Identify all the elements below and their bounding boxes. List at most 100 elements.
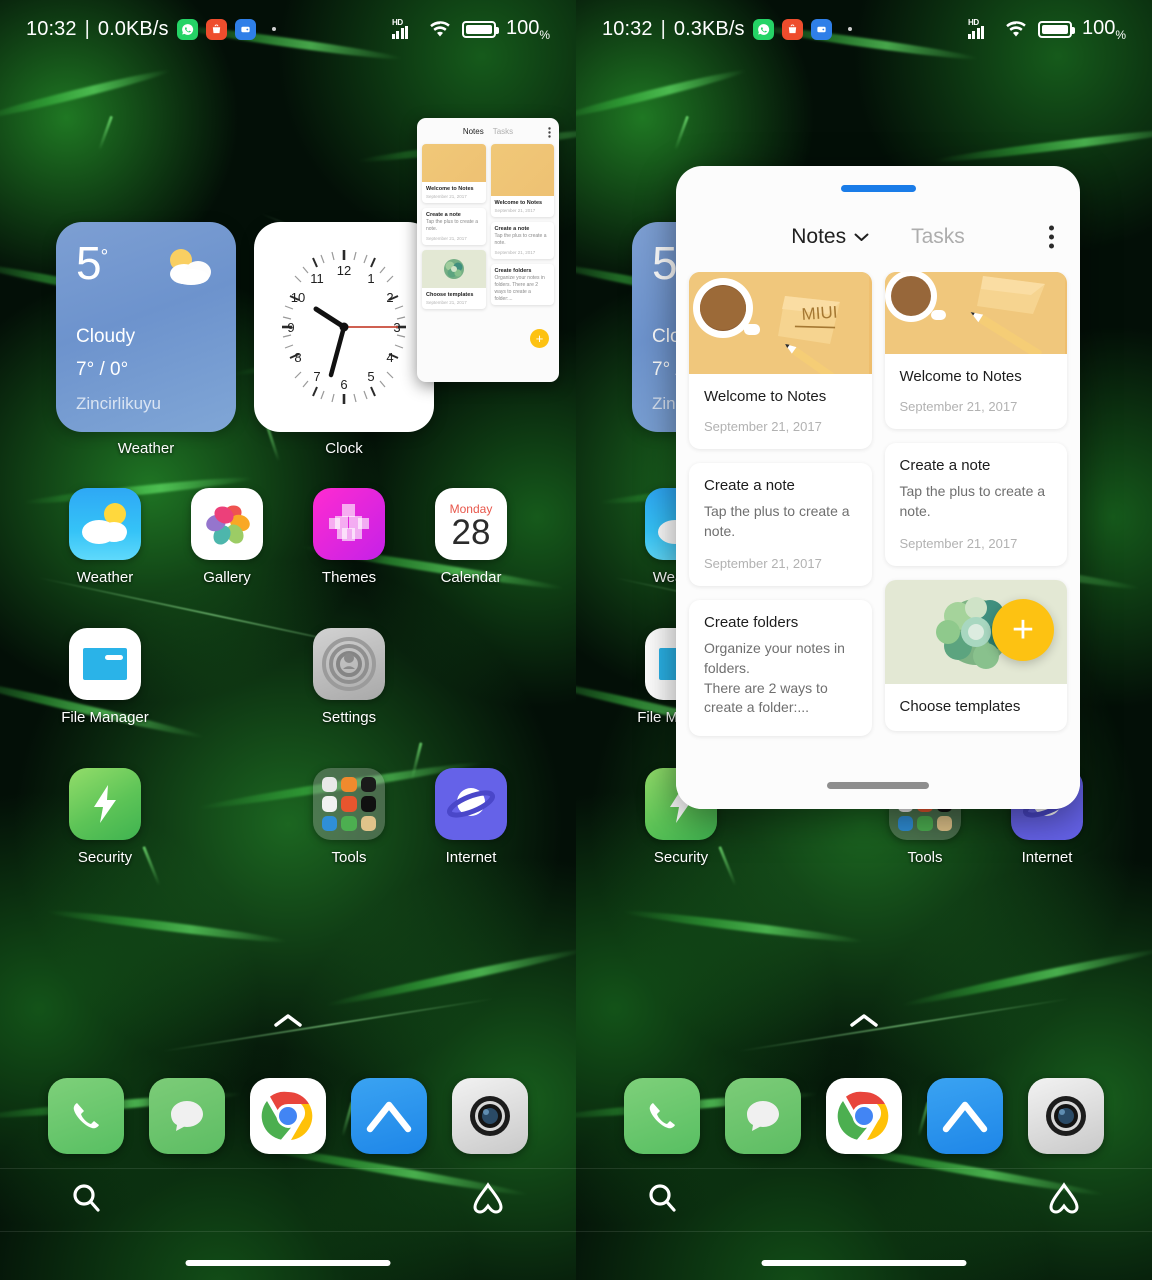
- preview-card-date: September 21, 2017: [426, 299, 467, 305]
- app-calendar[interactable]: Monday 28 Calendar: [410, 488, 532, 586]
- message-icon[interactable]: [725, 1078, 801, 1154]
- app-label: Internet: [445, 849, 497, 866]
- whatsapp-icon: [752, 18, 774, 40]
- note-date: September 21, 2017: [704, 555, 822, 571]
- note-card[interactable]: Welcome to Notes September 21, 2017: [884, 272, 1067, 429]
- notes-floating-window[interactable]: Notes Tasks MIUI Welcome to Notes Septem…: [676, 166, 1080, 809]
- svg-text:5: 5: [367, 369, 374, 384]
- svg-text:8: 8: [294, 350, 301, 365]
- app-weather[interactable]: Weather: [44, 488, 166, 586]
- tab-tasks-label: Tasks: [911, 225, 965, 248]
- dock: [576, 1078, 1152, 1154]
- window-drag-handle-bottom[interactable]: [827, 781, 929, 789]
- app-internet[interactable]: Internet: [410, 768, 532, 866]
- app-security[interactable]: Security: [44, 768, 166, 866]
- apex-chevron-icon[interactable]: [927, 1078, 1003, 1154]
- apex-chevron-icon[interactable]: [351, 1078, 427, 1154]
- partly-cloudy-icon: [160, 246, 218, 286]
- airbnb-style-icon[interactable]: [470, 1181, 506, 1220]
- preview-card-body: Tap the plus to create a note.: [426, 219, 478, 233]
- preview-card-body: Tap the plus to create a note.: [494, 233, 547, 247]
- camera-icon[interactable]: [1028, 1078, 1104, 1154]
- battery-percent: 100%: [505, 16, 550, 42]
- weather-location: Zincirlikuyu: [76, 394, 162, 413]
- weather-temp: 5: [652, 237, 678, 289]
- notes-header: Notes Tasks: [676, 202, 1080, 272]
- wifi-icon: [1004, 20, 1028, 38]
- network-speed: 0.0KB/s: [97, 17, 169, 40]
- app-tools-folder[interactable]: Tools: [288, 768, 410, 866]
- note-body: Organize your notes in folders. There ar…: [704, 639, 845, 716]
- note-card[interactable]: Create a note Tap the plus to create a n…: [689, 463, 872, 586]
- whatsapp-icon: [176, 18, 198, 40]
- note-card[interactable]: Create folders Organize your notes in fo…: [689, 599, 872, 737]
- status-separator: |: [84, 17, 90, 40]
- preview-card: Welcome to Notes September 21, 2017: [490, 144, 554, 217]
- status-time: 10:32: [602, 17, 653, 40]
- search-icon[interactable]: [70, 1181, 104, 1220]
- themes-icon: [313, 488, 385, 560]
- notes-footer: [676, 761, 1080, 809]
- chrome-icon[interactable]: [250, 1078, 326, 1154]
- note-card[interactable]: MIUI Welcome to Notes September 21, 2017: [689, 272, 872, 449]
- note-card[interactable]: Create a note Tap the plus to create a n…: [884, 443, 1067, 566]
- preview-card-title: Create a note: [426, 212, 461, 218]
- add-note-fab[interactable]: +: [992, 599, 1054, 661]
- note-illustration: [422, 144, 486, 182]
- chrome-icon[interactable]: [826, 1078, 902, 1154]
- app-file-manager[interactable]: File Manager: [44, 628, 166, 726]
- tab-tasks[interactable]: Tasks: [911, 225, 965, 249]
- status-bar: 10:32 | 0.0KB/s HD 100%: [0, 0, 576, 58]
- phone-icon[interactable]: [48, 1078, 124, 1154]
- preview-card: Create folders Organize your notes in fo…: [490, 263, 554, 305]
- file-manager-icon: [69, 628, 141, 700]
- search-icon[interactable]: [646, 1181, 680, 1220]
- note-title: Create a note: [899, 457, 991, 474]
- preview-card-title: Welcome to Notes: [494, 200, 543, 206]
- app-label: Themes: [321, 569, 377, 586]
- note-title: Choose templates: [899, 697, 1021, 715]
- coffee-pencil-illustration: [884, 272, 1067, 354]
- preview-tab-tasks: Tasks: [492, 126, 514, 136]
- phone-icon[interactable]: [624, 1078, 700, 1154]
- chevron-up-icon[interactable]: [849, 1012, 879, 1033]
- message-icon[interactable]: [149, 1078, 225, 1154]
- app-label: Tools: [907, 849, 943, 866]
- app-label: Calendar: [440, 569, 502, 586]
- app-label: Gallery: [203, 569, 251, 586]
- svg-text:12: 12: [337, 263, 351, 278]
- signal-icon: HD: [391, 18, 418, 39]
- app-grid: Weather Gallery Themes Monday 28 Calenda…: [0, 488, 576, 908]
- overflow-menu-icon[interactable]: [1049, 225, 1054, 249]
- airbnb-style-icon[interactable]: [1046, 1181, 1082, 1220]
- tab-notes-label: Notes: [791, 225, 847, 248]
- add-note-fab[interactable]: +: [530, 329, 549, 348]
- app-row-2: File Manager Settings: [44, 628, 532, 726]
- app-row-3: Security Tools Internet: [44, 768, 532, 866]
- bottom-search-bar: [576, 1168, 1152, 1232]
- weather-range: 7° / 0°: [76, 359, 129, 380]
- svg-text:6: 6: [340, 377, 347, 392]
- gesture-nav-bar[interactable]: [761, 1260, 967, 1266]
- app-gallery[interactable]: Gallery: [166, 488, 288, 586]
- window-drag-handle-top[interactable]: [840, 185, 916, 192]
- overflow-dot-icon: [271, 27, 276, 31]
- camera-icon[interactable]: [452, 1078, 528, 1154]
- app-settings[interactable]: Settings: [288, 628, 410, 726]
- svg-text:MIUI: MIUI: [801, 303, 838, 324]
- svg-text:2: 2: [386, 290, 393, 305]
- app-label: File Manager: [61, 709, 149, 726]
- clock-widget[interactable]: 1212 345 678 91011: [254, 222, 434, 432]
- app-label: Weather: [76, 569, 134, 586]
- gesture-nav-bar[interactable]: [185, 1260, 391, 1266]
- preview-card: Welcome to Notes September 21, 2017: [422, 144, 486, 203]
- preview-card-title: Choose templates: [426, 291, 474, 298]
- tab-notes[interactable]: Notes: [791, 225, 869, 249]
- app-slot-empty-3: [166, 768, 288, 866]
- app-themes[interactable]: Themes: [288, 488, 410, 586]
- chevron-up-icon[interactable]: [273, 1012, 303, 1033]
- preview-card: Choose templates September 21, 2017: [422, 249, 486, 309]
- svg-text:4: 4: [386, 350, 393, 365]
- notes-minimized-preview[interactable]: Notes Tasks Welcome to Notes September 2…: [417, 118, 559, 382]
- weather-widget[interactable]: 5° Cloudy 7° / 0° Zincirlikuyu: [56, 222, 236, 432]
